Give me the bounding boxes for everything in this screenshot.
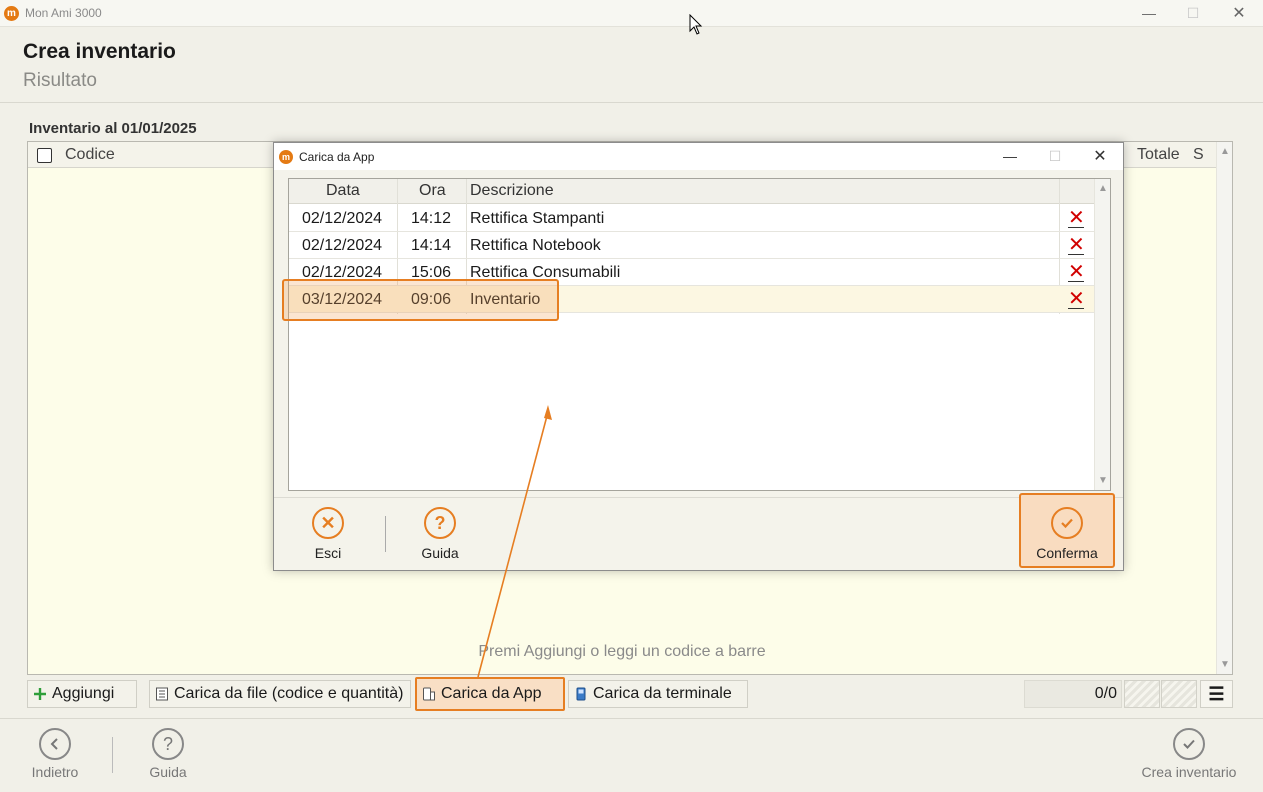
question-icon: ? [152, 728, 184, 760]
row-description: Rettifica Stampanti [470, 210, 605, 227]
add-button[interactable]: Aggiungi [27, 680, 137, 708]
title-bar: m Mon Ami 3000 — ☐ ✕ [0, 0, 1263, 27]
load-from-terminal-label: Carica da terminale [593, 685, 732, 702]
footer-divider [0, 718, 1263, 719]
column-header-s[interactable]: S [1193, 146, 1204, 164]
load-from-file-label: Carica da file (codice e quantità) [174, 685, 404, 702]
table-row[interactable]: 02/12/2024 14:14 Rettifica Notebook ✕ [289, 232, 1094, 259]
footer-separator [112, 737, 113, 773]
terminal-icon [576, 687, 586, 701]
back-button[interactable]: Indietro [25, 728, 85, 780]
scroll-up-icon[interactable]: ▲ [1217, 146, 1233, 157]
confirm-button-label: Conferma [1036, 545, 1098, 561]
load-from-file-button[interactable]: Carica da file (codice e quantità) [149, 680, 411, 708]
sessions-scrollbar[interactable]: ▲ ▼ [1094, 179, 1110, 490]
app-logo-icon: m [279, 150, 293, 164]
item-counter: 0/0 [1024, 680, 1122, 708]
dialog-title: Carica da App [299, 150, 375, 164]
select-all-checkbox[interactable] [37, 148, 52, 163]
create-inventory-button[interactable]: Crea inventario [1134, 728, 1244, 780]
dialog-minimize-button[interactable]: — [987, 143, 1033, 170]
check-icon [1173, 728, 1205, 760]
maximize-button[interactable]: ☐ [1170, 0, 1216, 27]
menu-icon[interactable]: ☰ [1200, 680, 1233, 708]
column-header-description[interactable]: Descrizione [470, 182, 554, 200]
cancel-icon: ✕ [312, 507, 344, 539]
page-title: Crea inventario [23, 40, 176, 63]
app-logo-icon: m [4, 6, 19, 21]
load-from-app-label: Carica da App [441, 685, 542, 702]
dialog-divider [274, 497, 1123, 498]
dialog-help-button[interactable]: ? Guida [412, 507, 468, 561]
column-header-total[interactable]: Totale [1137, 146, 1180, 164]
window-title: Mon Ami 3000 [25, 6, 102, 20]
load-from-app-dialog: m Carica da App — ☐ ✕ Data Ora Descrizio… [273, 142, 1124, 571]
app-sessions-table: Data Ora Descrizione 02/12/2024 14:12 Re… [288, 178, 1111, 491]
scroll-up-icon[interactable]: ▲ [1095, 183, 1111, 194]
back-arrow-icon [39, 728, 71, 760]
minimize-button[interactable]: — [1126, 0, 1172, 27]
check-icon [1051, 507, 1083, 539]
dialog-close-button[interactable]: ✕ [1077, 143, 1123, 170]
exit-button-label: Esci [314, 545, 342, 561]
row-time: 14:14 [411, 237, 452, 254]
load-from-app-button[interactable]: Carica da App [415, 677, 565, 711]
dialog-help-label: Guida [421, 545, 459, 561]
column-header-time[interactable]: Ora [419, 182, 446, 200]
header-divider [0, 102, 1263, 103]
column-header-date[interactable]: Data [326, 182, 360, 200]
row-time: 14:12 [411, 210, 452, 227]
mouse-cursor-icon [689, 14, 703, 35]
close-window-button[interactable]: ✕ [1216, 0, 1262, 27]
inventory-scrollbar[interactable]: ▲ ▼ [1216, 142, 1232, 674]
add-button-label: Aggiungi [52, 685, 115, 702]
help-button-label: Guida [149, 764, 187, 780]
exit-button[interactable]: ✕ Esci [300, 507, 356, 561]
disabled-button-2 [1161, 680, 1197, 708]
document-icon [156, 687, 168, 701]
delete-icon[interactable]: ✕ [1068, 235, 1085, 255]
page-subtitle: Risultato [23, 70, 97, 91]
scroll-down-icon[interactable]: ▼ [1095, 475, 1111, 486]
phone-icon [423, 687, 435, 701]
dialog-title-bar: m Carica da App — ☐ ✕ [274, 143, 1123, 170]
back-button-label: Indietro [31, 764, 79, 780]
dialog-button-separator [385, 516, 386, 552]
row-date: 02/12/2024 [302, 237, 383, 254]
create-inventory-label: Crea inventario [1141, 764, 1237, 780]
delete-icon[interactable]: ✕ [1068, 262, 1085, 282]
confirm-button[interactable]: Conferma [1027, 507, 1107, 561]
row-description: Rettifica Notebook [470, 237, 601, 254]
load-from-terminal-button[interactable]: Carica da terminale [568, 680, 748, 708]
plus-icon [34, 688, 46, 700]
empty-table-hint: Premi Aggiungi o leggi un codice a barre [478, 643, 766, 660]
column-header-code[interactable]: Codice [65, 146, 115, 164]
sessions-table-header: Data Ora Descrizione [289, 179, 1094, 204]
scroll-down-icon[interactable]: ▼ [1217, 659, 1233, 670]
delete-icon[interactable]: ✕ [1068, 289, 1085, 309]
selected-row-highlight [282, 279, 559, 321]
row-date: 02/12/2024 [302, 210, 383, 227]
table-row[interactable]: 02/12/2024 14:12 Rettifica Stampanti ✕ [289, 205, 1094, 232]
inventory-label: Inventario al 01/01/2025 [29, 120, 197, 137]
help-button[interactable]: ? Guida [139, 728, 197, 780]
delete-icon[interactable]: ✕ [1068, 208, 1085, 228]
question-icon: ? [424, 507, 456, 539]
dialog-maximize-button[interactable]: ☐ [1032, 143, 1078, 170]
disabled-button-1 [1124, 680, 1160, 708]
